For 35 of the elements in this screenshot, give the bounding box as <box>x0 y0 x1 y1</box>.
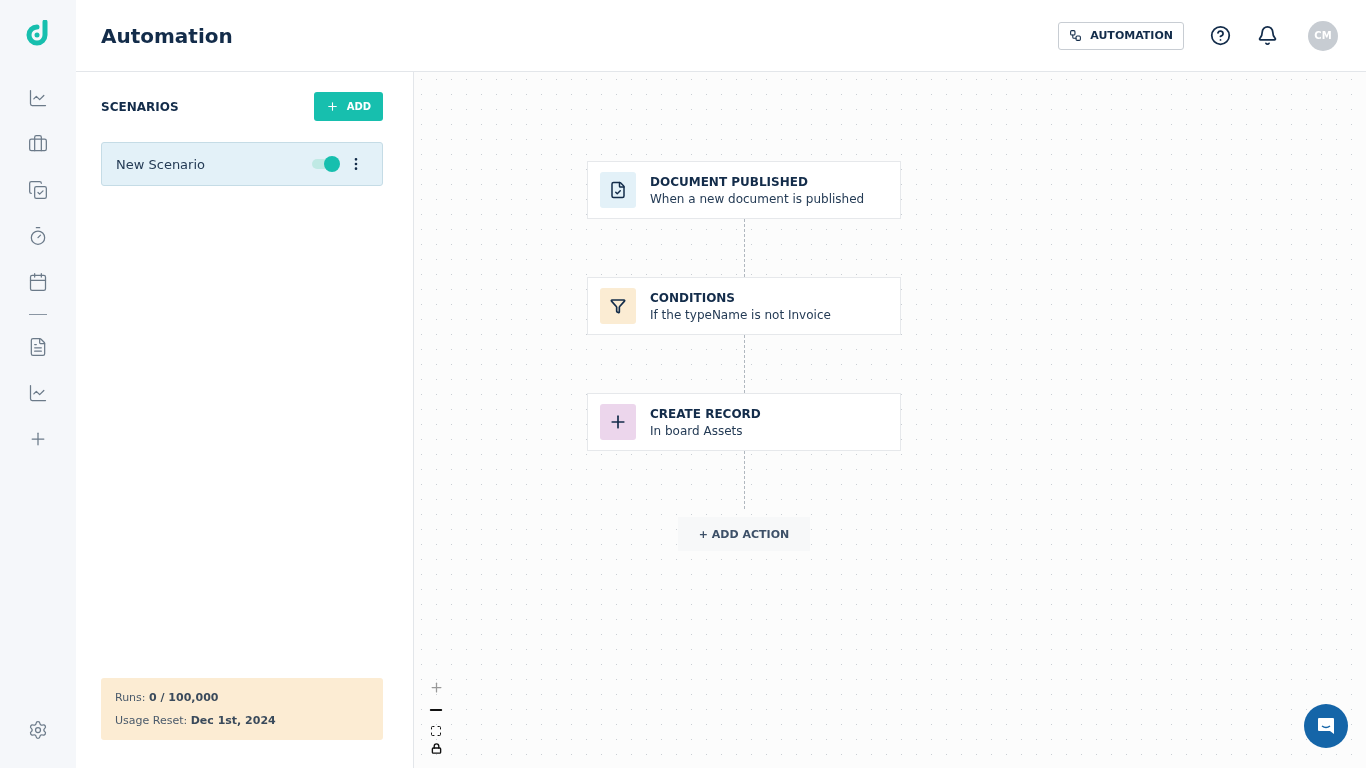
briefcase-icon[interactable] <box>28 134 48 154</box>
scenario-item[interactable]: New Scenario <box>101 142 383 186</box>
checklist-icon[interactable] <box>28 180 48 200</box>
calendar-icon[interactable] <box>28 272 48 292</box>
node-title: CREATE RECORD <box>650 406 761 421</box>
chat-button[interactable] <box>1304 704 1348 748</box>
logo-icon <box>25 20 51 48</box>
node-subtitle: If the typeName is not Invoice <box>650 307 831 322</box>
node-title: CONDITIONS <box>650 290 736 305</box>
workflow-icon <box>1069 29 1083 42</box>
usage-text: Runs: 0 / 100,000 <box>115 691 220 704</box>
page-title: Automation <box>101 23 234 48</box>
stopwatch-icon[interactable] <box>28 226 48 246</box>
node-subtitle: In board Assets <box>650 423 744 438</box>
node-subtitle: When a new document is published <box>650 191 865 206</box>
node-title: DOCUMENT PUBLISHED <box>650 174 809 189</box>
plus-icon <box>325 100 339 113</box>
flow-node[interactable]: CONDITIONS If the typeName is not Invoice <box>587 277 901 335</box>
section-title: SCENARIOS <box>101 99 179 114</box>
scenario-name: New Scenario <box>116 156 206 172</box>
document-check-icon <box>609 181 627 199</box>
document-icon[interactable] <box>28 337 48 357</box>
chart-icon[interactable] <box>28 88 48 108</box>
automation-button[interactable]: AUTOMATION <box>1058 21 1184 50</box>
scenario-toggle[interactable] <box>312 159 338 169</box>
help-icon[interactable] <box>1210 25 1231 46</box>
add-action-button[interactable]: + ADD ACTION <box>678 517 810 551</box>
usage-text: Usage Reset: Dec 1st, 2024 <box>115 714 277 727</box>
flow-node[interactable]: CREATE RECORD In board Assets <box>587 393 901 451</box>
flow-node[interactable]: DOCUMENT PUBLISHED When a new document is published <box>587 161 901 219</box>
chart-icon[interactable] <box>28 383 48 403</box>
chat-icon <box>1316 716 1336 736</box>
settings-icon[interactable] <box>28 720 48 740</box>
bell-icon[interactable] <box>1257 25 1278 46</box>
filter-icon <box>610 298 626 314</box>
